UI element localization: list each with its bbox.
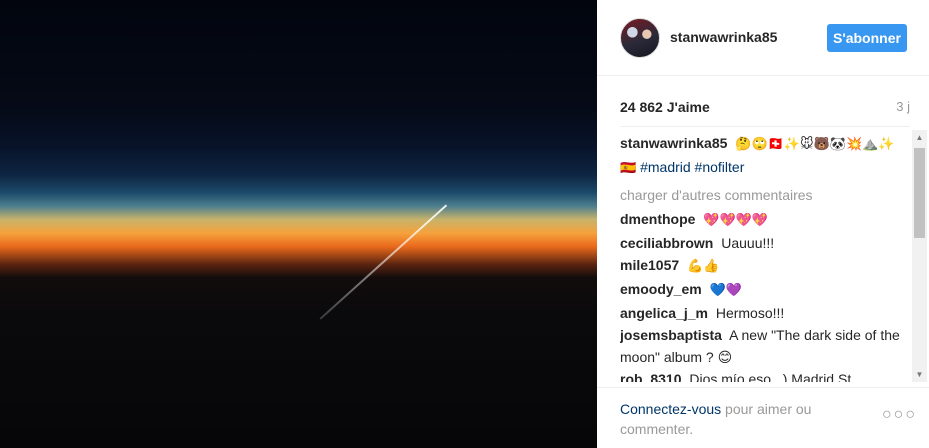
comment-username[interactable]: ceciliabbrown (620, 235, 713, 251)
avatar[interactable] (620, 18, 660, 58)
load-more-comments[interactable]: charger d'autres commentaires (620, 184, 910, 206)
caption-flag: 🇪🇸 (620, 161, 637, 176)
login-prompt: Connectez-vous pour aimer ou commenter. (620, 399, 870, 439)
comment-text: Uauuu!!! (721, 235, 775, 251)
comment-item: rob_8310 Dios mío eso.. ) Madrid St... (620, 368, 910, 382)
login-link[interactable]: Connectez-vous (620, 401, 721, 417)
comment-item: angelica_j_m Hermoso!!! (620, 302, 910, 324)
follow-button[interactable]: S'abonner (827, 24, 907, 52)
comment-username[interactable]: josemsbaptista (620, 327, 722, 343)
comment-item: ceciliabbrown Uauuu!!! (620, 232, 910, 254)
comment-username[interactable]: dmenthope (620, 211, 695, 227)
caption: stanwawrinka85 🤔🙄🇨🇭✨🐭🐻🐼💥⛰️✨ 🇪🇸 #madrid #… (620, 132, 910, 180)
comment-text: Hermoso!!! (715, 305, 785, 321)
contrail-line (319, 204, 447, 320)
comments-scrollbar[interactable]: ▲ ▼ (912, 130, 927, 382)
comment-item: mile1057 💪👍 (620, 254, 910, 278)
ellipsis-icon[interactable]: ○○○ (882, 406, 917, 424)
scroll-thumb[interactable] (914, 148, 925, 238)
comment-text: 💖💖💖💖 (703, 213, 769, 228)
scroll-up-arrow-icon[interactable]: ▲ (912, 130, 927, 145)
post-sidebar: stanwawrinka85 S'abonner 24 862 J'aime 3… (597, 0, 929, 448)
divider (597, 387, 929, 388)
comment-text: Dios mío eso.. ) Madrid St... (689, 371, 863, 382)
comment-username[interactable]: mile1057 (620, 257, 679, 273)
post-header: stanwawrinka85 S'abonner (597, 0, 929, 76)
post-photo (0, 0, 597, 448)
comment-item: emoody_em 💙💜 (620, 278, 910, 302)
post-time[interactable]: 3 j (896, 99, 910, 114)
header-username[interactable]: stanwawrinka85 (670, 29, 777, 45)
comment-username[interactable]: angelica_j_m (620, 305, 708, 321)
caption-hashtags[interactable]: #madrid #nofilter (640, 159, 744, 175)
divider (620, 126, 910, 127)
likes-row: 24 862 J'aime 3 j (620, 99, 910, 119)
comment-item: josemsbaptista A new "The dark side of t… (620, 324, 910, 368)
caption-emoji: 🤔🙄🇨🇭✨🐭🐻🐼💥⛰️✨ (735, 137, 895, 152)
scroll-down-arrow-icon[interactable]: ▼ (912, 367, 927, 382)
comment-username[interactable]: emoody_em (620, 281, 702, 297)
likes-count[interactable]: 24 862 J'aime (620, 99, 710, 115)
caption-username[interactable]: stanwawrinka85 (620, 135, 727, 151)
comments-list: stanwawrinka85 🤔🙄🇨🇭✨🐭🐻🐼💥⛰️✨ 🇪🇸 #madrid #… (620, 132, 910, 382)
comment-item: dmenthope 💖💖💖💖 (620, 208, 910, 232)
comment-text: 💙💜 (709, 283, 742, 298)
comment-text: 💪👍 (687, 259, 720, 274)
comment-username[interactable]: rob_8310 (620, 371, 681, 382)
